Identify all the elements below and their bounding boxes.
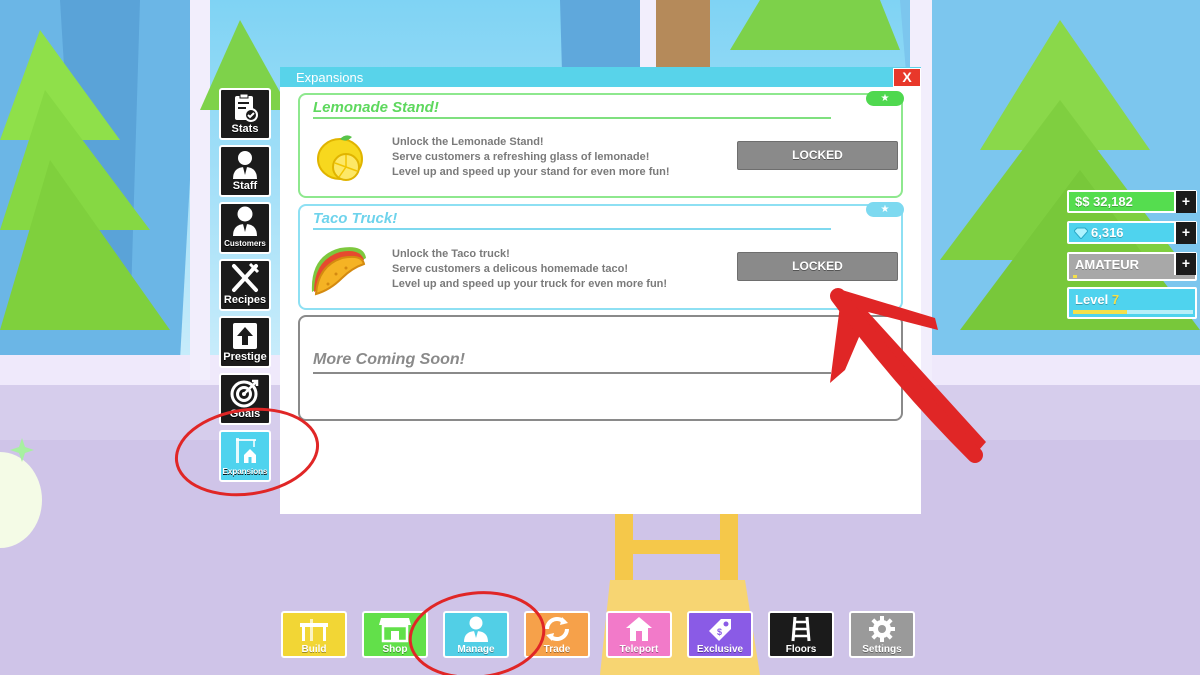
rank-value: AMATEUR — [1075, 257, 1140, 272]
level-progress-track — [1073, 310, 1193, 314]
expansion-card-taco: ★ Taco Truck! Unlock the Taco truck! Ser… — [298, 202, 904, 310]
expansions-window: Expansions X ★ Lemonade Stand! Unlock th… — [280, 67, 921, 514]
window-title-bar: Expansions X — [280, 67, 921, 87]
sidebar-item-prestige[interactable]: Prestige — [219, 316, 271, 368]
description-line: Serve customers a delicous homemade taco… — [392, 263, 628, 275]
customer-person-icon — [233, 206, 257, 236]
exclusive-button[interactable]: $ Exclusive — [687, 611, 753, 658]
diamond-icon — [1074, 227, 1088, 239]
expansion-card-lemonade: ★ Lemonade Stand! Unlock the Lemonade St… — [298, 91, 904, 198]
rank-display: AMATEUR + — [1067, 252, 1197, 281]
description-line: Serve customers a refreshing glass of le… — [392, 151, 650, 163]
level-text: Level — [1075, 292, 1109, 307]
settings-button[interactable]: Settings — [849, 611, 915, 658]
sidebar-item-expansions[interactable]: Expansions — [219, 430, 271, 482]
rank-progress-fill — [1073, 275, 1077, 278]
level-display: Level 7 — [1067, 287, 1197, 319]
level-number: 7 — [1111, 292, 1120, 307]
fork-knife-icon — [232, 262, 260, 292]
manage-button[interactable]: Manage — [443, 611, 509, 658]
add-gems-button[interactable]: + — [1174, 222, 1196, 244]
star-badge: ★ — [866, 91, 904, 106]
expansion-name: Lemonade Stand! — [313, 99, 439, 116]
shop-store-icon — [379, 618, 411, 643]
level-progress-fill — [1073, 310, 1127, 314]
tool-label: Teleport — [619, 644, 659, 655]
add-cash-button[interactable]: + — [1174, 191, 1196, 213]
sidebar-item-label: Recipes — [223, 294, 267, 306]
divider — [313, 117, 831, 119]
description-line: Unlock the Taco truck! — [392, 248, 510, 260]
settings-gear-icon — [869, 616, 895, 642]
gems-value: 6,316 — [1091, 225, 1124, 240]
sidebar-item-goals[interactable]: Goals — [219, 373, 271, 425]
close-button[interactable]: X — [893, 68, 921, 87]
teleport-house-icon — [626, 617, 652, 641]
expansion-description: Unlock the Taco truck! Serve customers a… — [392, 247, 667, 292]
description-line: Unlock the Lemonade Stand! — [392, 136, 544, 148]
sidebar-item-stats[interactable]: Stats — [219, 88, 271, 140]
stats-clipboard-icon — [235, 93, 258, 122]
shop-button[interactable]: Shop — [362, 611, 428, 658]
tool-label: Build — [301, 644, 327, 655]
sidebar-item-label: Staff — [232, 180, 258, 192]
divider — [313, 228, 831, 230]
level-label: Level 7 — [1075, 292, 1119, 307]
sidebar-item-recipes[interactable]: Recipes — [219, 259, 271, 311]
target-icon — [230, 379, 259, 408]
window-title: Expansions — [296, 70, 364, 85]
taco-icon — [311, 247, 366, 296]
manage-person-icon — [464, 616, 488, 642]
lemon-icon — [317, 135, 363, 181]
tool-label: Exclusive — [696, 644, 744, 655]
cash-display: $$ 32,182 + — [1067, 190, 1197, 213]
locked-button-lemonade[interactable]: LOCKED — [737, 141, 898, 170]
expansion-description: Unlock the Lemonade Stand! Serve custome… — [392, 135, 670, 180]
description-line: Level up and speed up your truck for eve… — [392, 278, 668, 290]
build-button[interactable]: Build — [281, 611, 347, 658]
tool-label: Trade — [543, 644, 571, 655]
star-badge: ★ — [866, 202, 904, 217]
sidebar-item-label: Prestige — [223, 351, 267, 363]
staff-person-icon — [233, 151, 257, 179]
svg-text:$: $ — [717, 627, 722, 637]
teleport-button[interactable]: Teleport — [606, 611, 672, 658]
rank-plus-button[interactable]: + — [1174, 253, 1196, 275]
tool-label: Settings — [862, 644, 902, 655]
build-table-icon — [300, 619, 328, 641]
expansion-name: Taco Truck! — [313, 210, 398, 227]
up-arrow-icon — [233, 323, 257, 349]
floors-ladder-icon — [791, 616, 811, 642]
sidebar-item-label: Customers — [224, 239, 266, 248]
cash-value: $$ 32,182 — [1075, 194, 1133, 209]
gems-display: 6,316 + — [1067, 221, 1197, 244]
trade-button[interactable]: Trade — [524, 611, 590, 658]
floors-button[interactable]: Floors — [768, 611, 834, 658]
sidebar-item-label: Stats — [231, 123, 259, 135]
expansion-building-icon — [236, 438, 256, 463]
tool-label: Manage — [457, 644, 495, 655]
sidebar-item-label: Goals — [229, 408, 261, 420]
coming-soon-label: More Coming Soon! — [313, 351, 465, 368]
locked-button-taco[interactable]: LOCKED — [737, 252, 898, 281]
tool-label: Floors — [785, 644, 817, 655]
exclusive-tag-icon: $ — [709, 619, 731, 641]
sidebar-item-label: Expansions — [222, 467, 268, 476]
coming-soon-card: More Coming Soon! — [298, 315, 903, 421]
description-line: Level up and speed up your stand for eve… — [392, 166, 670, 178]
divider — [313, 372, 831, 374]
sidebar-item-staff[interactable]: Staff — [219, 145, 271, 197]
trade-arrows-icon — [545, 617, 569, 641]
sidebar-item-customers[interactable]: Customers — [219, 202, 271, 254]
tool-label: Shop — [382, 644, 408, 655]
